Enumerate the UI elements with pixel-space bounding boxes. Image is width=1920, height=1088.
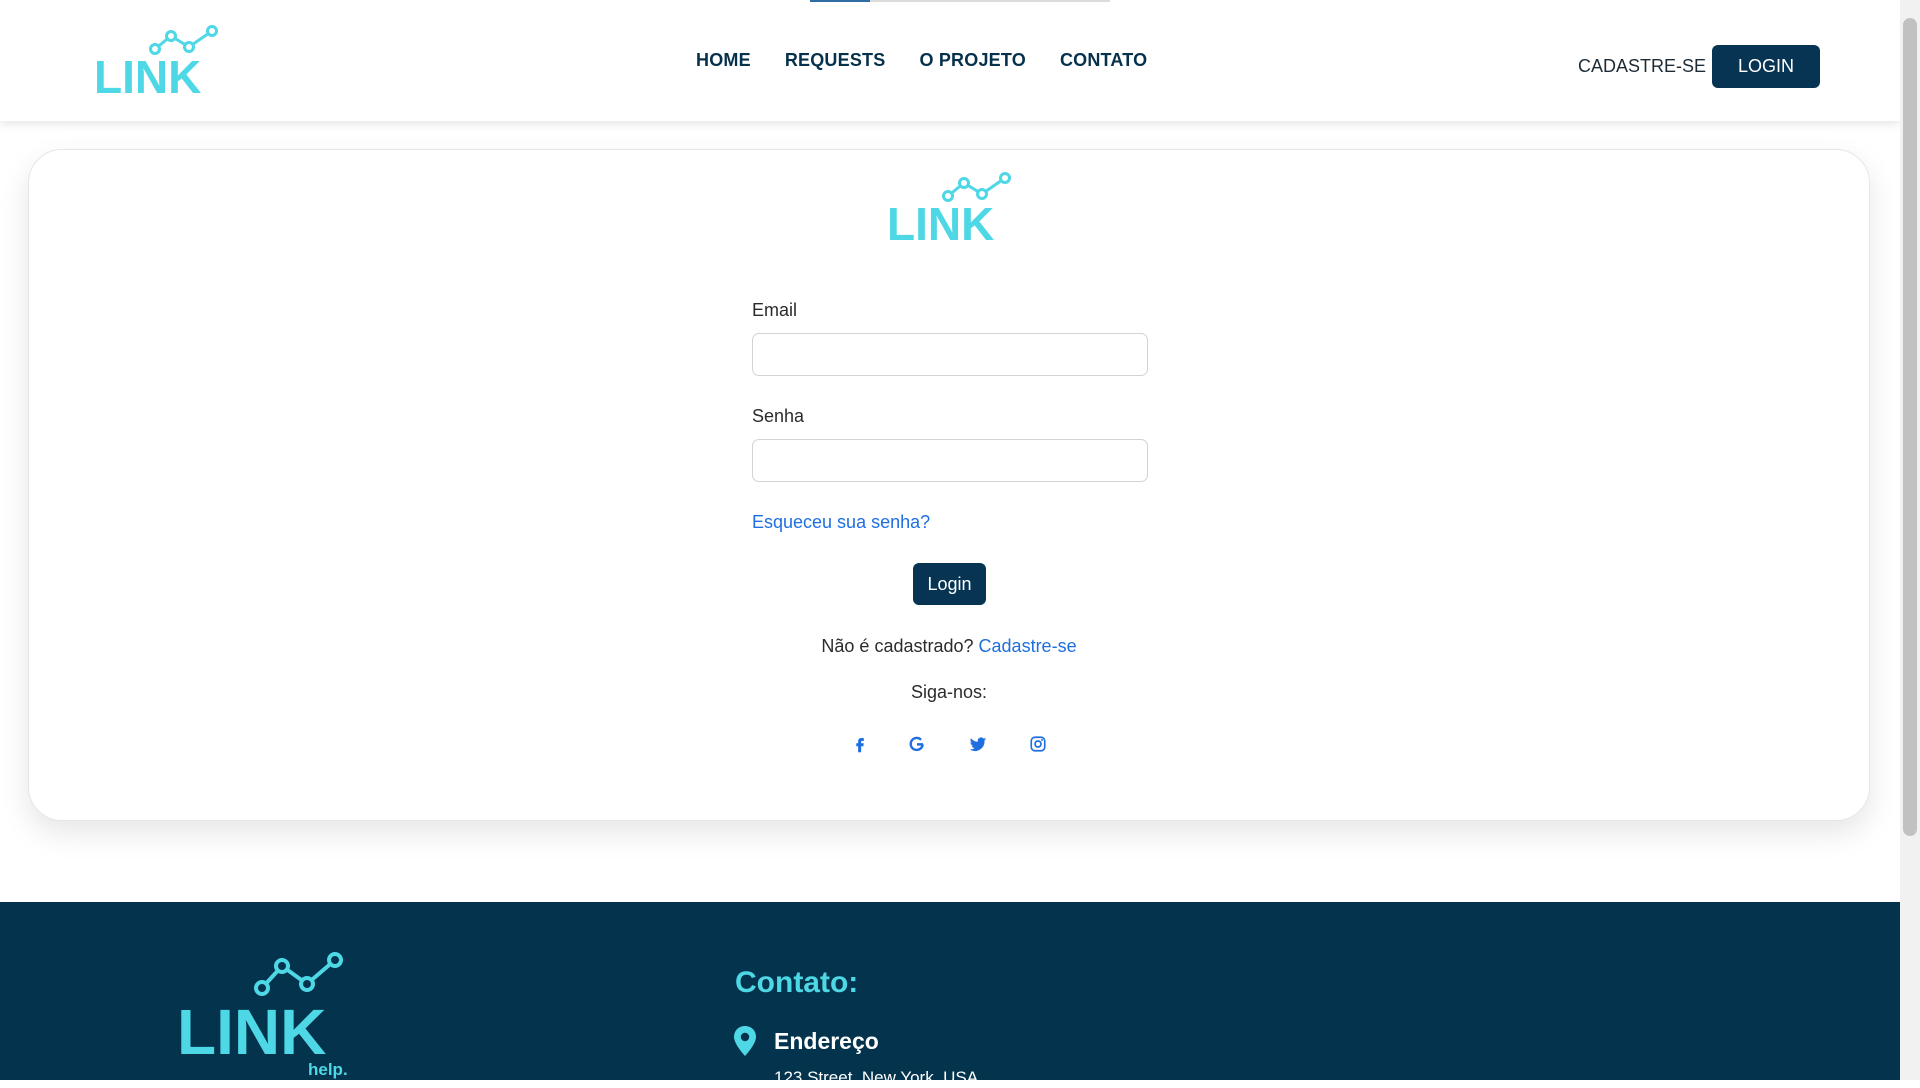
footer-logo-subtext: help. [308,1060,348,1079]
location-pin-icon [734,1026,756,1056]
login-card: LINK Email Senha Esqueceu sua senha? Log… [28,149,1870,821]
address-title: Endereço [774,1028,879,1054]
footer-logo: LINK help. [177,952,348,1079]
page-scrollbar[interactable] [1900,0,1920,1080]
email-input[interactable] [752,333,1148,376]
forgot-password-link[interactable]: Esqueceu sua senha? [752,512,930,533]
page-load-progress-fill [810,0,870,2]
scrollbar-thumb[interactable] [1903,18,1917,836]
site-header: LINK HOME REQUESTS O PROJETO CONTATO CAD… [0,0,1900,121]
main-nav: HOME REQUESTS O PROJETO CONTATO [696,50,1147,71]
google-icon[interactable] [903,730,931,758]
instagram-icon[interactable] [1024,730,1052,758]
address-text: 123 Street, New York, USA [774,1068,979,1087]
password-label: Senha [752,406,805,426]
nav-contato[interactable]: CONTATO [1060,50,1147,71]
signup-link[interactable]: CADASTRE-SE [1578,56,1706,77]
site-footer: LINK help. Contato: Endereço 123 Street,… [0,902,1900,1087]
page-load-progress [810,0,1110,2]
facebook-icon[interactable] [846,730,874,758]
twitter-icon[interactable] [964,730,992,758]
contact-title: Contato: [735,966,859,999]
login-submit-button[interactable]: Login [913,563,986,605]
header-login-button[interactable]: LOGIN [1712,45,1820,88]
register-link[interactable]: Cadastre-se [979,636,1077,656]
footer-logo-text: LINK [177,996,326,1068]
not-registered-text: Não é cadastrado? [821,636,974,656]
link-logo[interactable]: LINK [93,25,223,97]
nav-home[interactable]: HOME [696,50,751,71]
card-logo-text: LINK [887,198,994,244]
password-input[interactable] [752,439,1148,482]
nav-requests[interactable]: REQUESTS [785,50,886,71]
email-label: Email [752,300,798,320]
register-prompt: Não é cadastrado? Cadastre-se [29,636,1869,657]
login-card-logo: LINK [887,172,1011,244]
logo-text: LINK [94,51,201,97]
nav-o-projeto[interactable]: O PROJETO [919,50,1026,71]
follow-us-text: Siga-nos: [910,682,988,702]
